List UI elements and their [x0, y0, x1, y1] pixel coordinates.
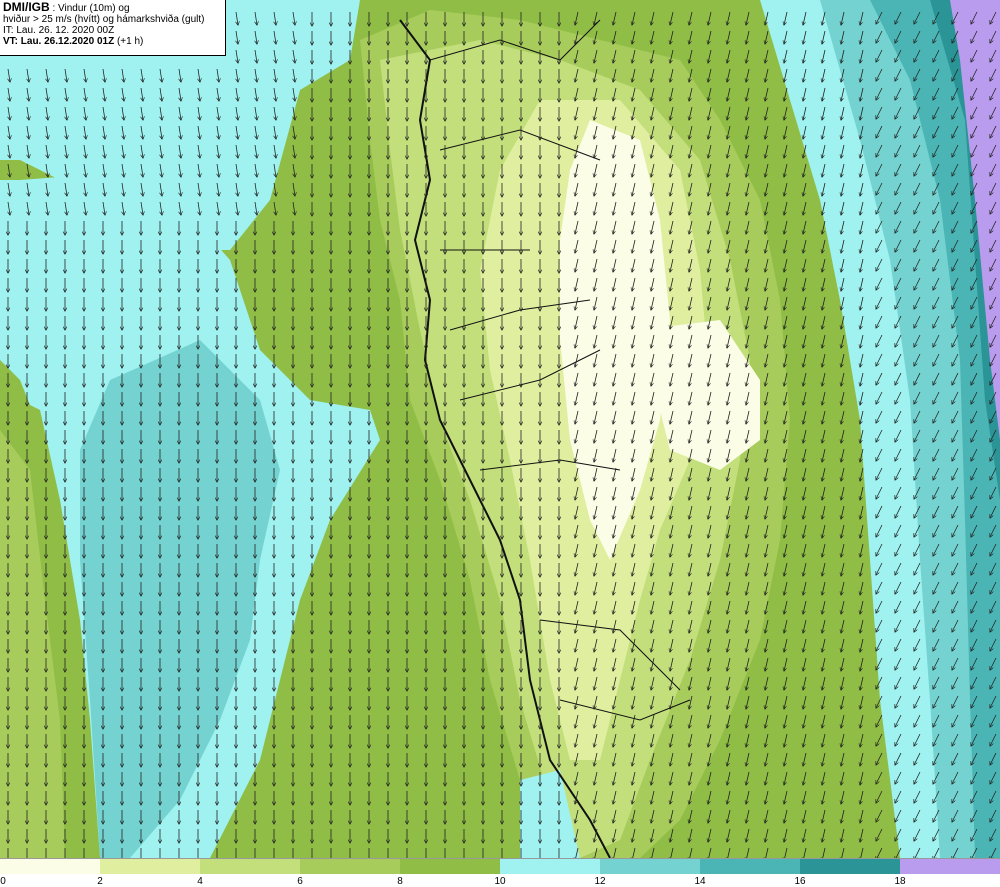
colorbar-tick-label: 18	[894, 876, 906, 887]
colorbar-tick-label: 16	[794, 876, 806, 887]
colorbar-swatch	[800, 858, 900, 874]
colorbar-swatch	[900, 858, 1000, 874]
colorbar-tick-label: 4	[197, 876, 203, 887]
colorbar-tick-label: 2	[97, 876, 103, 887]
header-title-rest: : Vindur (10m) og	[49, 3, 130, 14]
colorbar-swatch	[100, 858, 200, 874]
brand-label: DMI/IGB	[3, 0, 50, 14]
colorbar-tick-label: 10	[494, 876, 506, 887]
header-line-4: VT: Lau. 26.12.2020 01Z (+1 h)	[3, 36, 222, 47]
forecast-offset: (+1 h)	[114, 36, 144, 47]
colorbar-tick-label: 6	[297, 876, 303, 887]
map-header: DMI/IGB : Vindur (10m) og hviður > 25 m/…	[0, 0, 226, 56]
colorbar-swatch	[600, 858, 700, 874]
colorbar-tick-label: 12	[594, 876, 606, 887]
colorbar-swatch	[0, 858, 100, 874]
colorbar-swatch	[300, 858, 400, 874]
colorbar-swatch	[700, 858, 800, 874]
colorbar-swatch	[500, 858, 600, 874]
wind-map	[0, 0, 1000, 858]
header-line-2: hviður > 25 m/s (hvítt) og hámarkshviða …	[3, 14, 205, 25]
colorbar-tick-label: 0	[0, 876, 6, 887]
colorbar-swatch	[400, 858, 500, 874]
header-line-1: DMI/IGB : Vindur (10m) og	[3, 0, 222, 14]
header-line-3: IT: Lau. 26. 12. 2020 00Z	[3, 25, 115, 36]
colorbar-tick-label: 14	[694, 876, 706, 887]
colorbar-swatch	[200, 858, 300, 874]
valid-time-label: VT: Lau. 26.12.2020 01Z	[3, 36, 115, 47]
colorbar: 0 2 4 6 8 10 12 14 16 18	[0, 858, 1000, 887]
colorbar-tick-label: 8	[397, 876, 403, 887]
